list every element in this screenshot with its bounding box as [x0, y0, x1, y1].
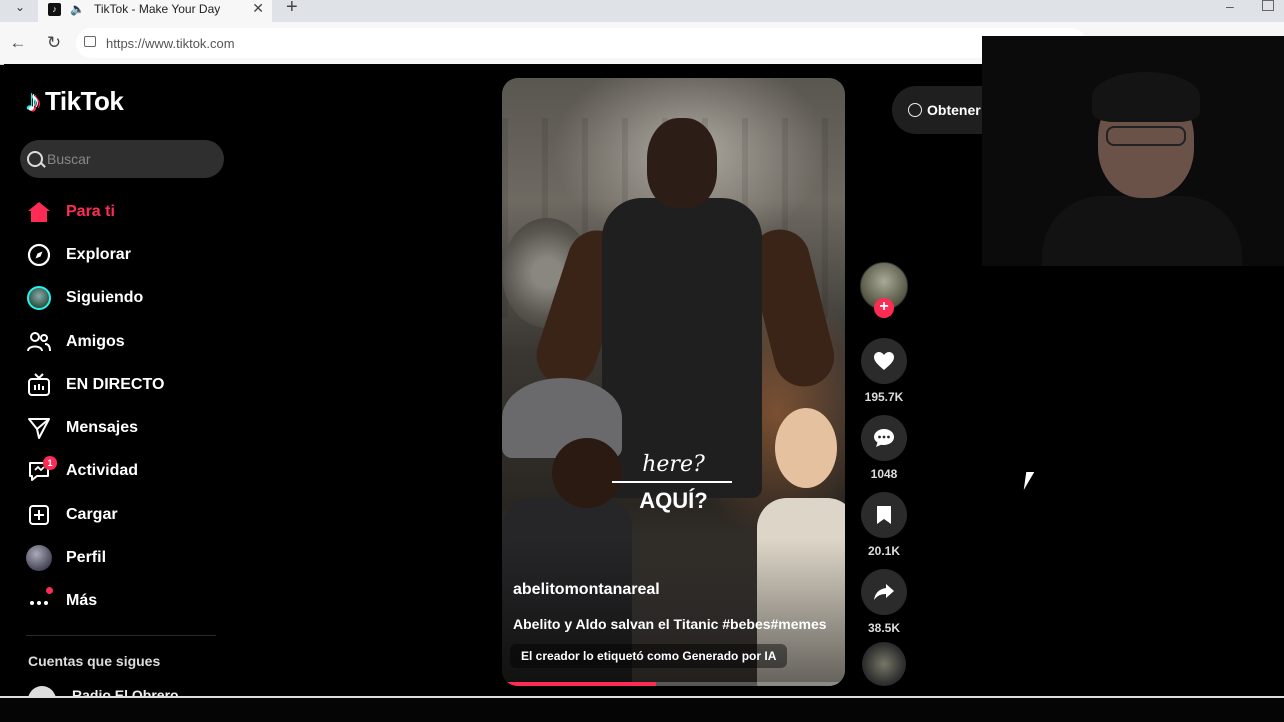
- video-description[interactable]: Abelito y Aldo salvan el Titanic #bebes#…: [513, 616, 827, 632]
- sidebar-item-explorar[interactable]: Explorar: [26, 233, 164, 276]
- follow-plus-icon[interactable]: +: [874, 298, 894, 318]
- taskbar-strip: [0, 696, 1284, 722]
- app-icon: [908, 103, 922, 117]
- send-icon: [26, 415, 52, 441]
- lock-icon[interactable]: [84, 36, 96, 47]
- heart-icon: [874, 352, 894, 370]
- sidebar-item-label: EN DIRECTO: [66, 375, 165, 393]
- share-button[interactable]: [861, 569, 907, 615]
- reload-icon[interactable]: ↻: [44, 33, 64, 53]
- activity-badge: 1: [43, 456, 57, 471]
- logo-text: TikTok: [45, 86, 124, 116]
- comment-count: 1048: [870, 467, 898, 481]
- compass-icon: [26, 242, 52, 268]
- share-arrow-icon: [874, 584, 894, 600]
- sidebar-item-label: Más: [66, 592, 98, 610]
- tab-title: TikTok - Make Your Day: [94, 2, 221, 16]
- profile-avatar-icon: [26, 545, 52, 572]
- search-placeholder: Buscar: [47, 151, 91, 167]
- share-count: 38.5K: [867, 621, 901, 635]
- video-progress-bar[interactable]: [502, 682, 845, 686]
- sidebar-item-mas[interactable]: Más: [26, 580, 164, 623]
- save-button[interactable]: [861, 492, 907, 538]
- notification-dot: [46, 587, 53, 595]
- search-input[interactable]: Buscar: [20, 140, 224, 178]
- new-tab-icon[interactable]: +: [286, 0, 298, 19]
- sidebar-item-actividad[interactable]: 1 Actividad: [26, 450, 164, 493]
- restore-window-icon[interactable]: [1262, 0, 1274, 11]
- sidebar-item-label: Mensajes: [66, 419, 139, 437]
- browser-tab-bar: ⌄ ♪ 🔈 TikTok - Make Your Day ✕ + –: [0, 0, 1284, 22]
- following-account-item[interactable]: Radio El Obrero: [28, 686, 179, 696]
- music-disc-icon[interactable]: [862, 642, 906, 686]
- tab-list-chevron-icon[interactable]: ⌄: [6, 0, 34, 18]
- bookmark-icon: [877, 506, 891, 524]
- like-button[interactable]: [861, 338, 907, 384]
- sidebar-item-label: Perfil: [66, 549, 107, 567]
- comment-icon: [874, 429, 894, 447]
- sidebar-item-label: Amigos: [66, 332, 125, 350]
- browser-tab[interactable]: ♪ 🔈 TikTok - Make Your Day ✕: [38, 0, 272, 22]
- webcam-overlay: [982, 36, 1284, 266]
- sidebar-nav: Para ti Explorar Siguiendo Amigos EN DIR…: [26, 190, 164, 623]
- back-arrow-icon[interactable]: ←: [8, 33, 28, 53]
- tiktok-logo[interactable]: ♪ TikTok: [26, 84, 124, 118]
- home-icon: [26, 199, 52, 225]
- sidebar-item-label: Cargar: [66, 505, 118, 523]
- sidebar-item-label: Explorar: [66, 245, 131, 263]
- tiktok-favicon-icon: ♪: [48, 3, 61, 16]
- sidebar-item-en-directo[interactable]: EN DIRECTO: [26, 363, 164, 406]
- webcam-person-glasses: [1106, 126, 1186, 146]
- sidebar-divider: [26, 635, 216, 636]
- video-progress-fill: [502, 682, 657, 686]
- sidebar-item-label: Actividad: [66, 462, 139, 480]
- webcam-person-body: [1042, 196, 1242, 266]
- sidebar-item-cargar[interactable]: Cargar: [26, 493, 164, 536]
- speaker-icon[interactable]: 🔈: [70, 2, 85, 16]
- avatar: [28, 686, 56, 696]
- friends-icon: [26, 329, 52, 355]
- webcam-person-hair: [1092, 72, 1200, 122]
- upload-icon: [26, 502, 52, 528]
- sidebar-item-label: Para ti: [66, 202, 115, 220]
- video-overlay-text: here?: [642, 452, 705, 477]
- sidebar-item-siguiendo[interactable]: Siguiendo: [26, 277, 164, 320]
- sidebar-item-amigos[interactable]: Amigos: [26, 320, 164, 363]
- like-count: 195.7K: [864, 390, 904, 404]
- video-overlay-caption: AQUÍ?: [639, 488, 708, 513]
- tiktok-note-icon: ♪: [26, 84, 41, 118]
- video-player[interactable]: here? AQUÍ? abelitomontanareal Abelito y…: [502, 78, 845, 686]
- save-count: 20.1K: [867, 544, 901, 558]
- get-app-label: Obtener: [927, 102, 981, 118]
- more-dots-icon: [26, 587, 53, 614]
- sidebar-item-label: Siguiendo: [66, 289, 144, 307]
- minimize-icon[interactable]: –: [1226, 0, 1234, 14]
- sidebar-item-mensajes[interactable]: Mensajes: [26, 406, 164, 449]
- close-tab-icon[interactable]: ✕: [252, 0, 264, 17]
- search-icon: [27, 151, 43, 167]
- url-text[interactable]: https://www.tiktok.com: [106, 36, 235, 51]
- sidebar-item-perfil[interactable]: Perfil: [26, 536, 164, 579]
- ai-generated-label: El creador lo etiquetó como Generado por…: [510, 644, 788, 668]
- video-author[interactable]: abelitomontanareal: [513, 581, 660, 599]
- live-tv-icon: [26, 372, 52, 398]
- comment-button[interactable]: [861, 415, 907, 461]
- address-bar[interactable]: https://www.tiktok.com: [76, 28, 1086, 58]
- sidebar-item-para-ti[interactable]: Para ti: [26, 190, 164, 233]
- activity-icon: 1: [26, 456, 57, 484]
- following-account-name: Radio El Obrero: [72, 687, 179, 696]
- following-avatar-icon: [26, 285, 52, 311]
- video-overlay-line: [612, 481, 732, 483]
- following-accounts-title: Cuentas que sigues: [28, 653, 161, 669]
